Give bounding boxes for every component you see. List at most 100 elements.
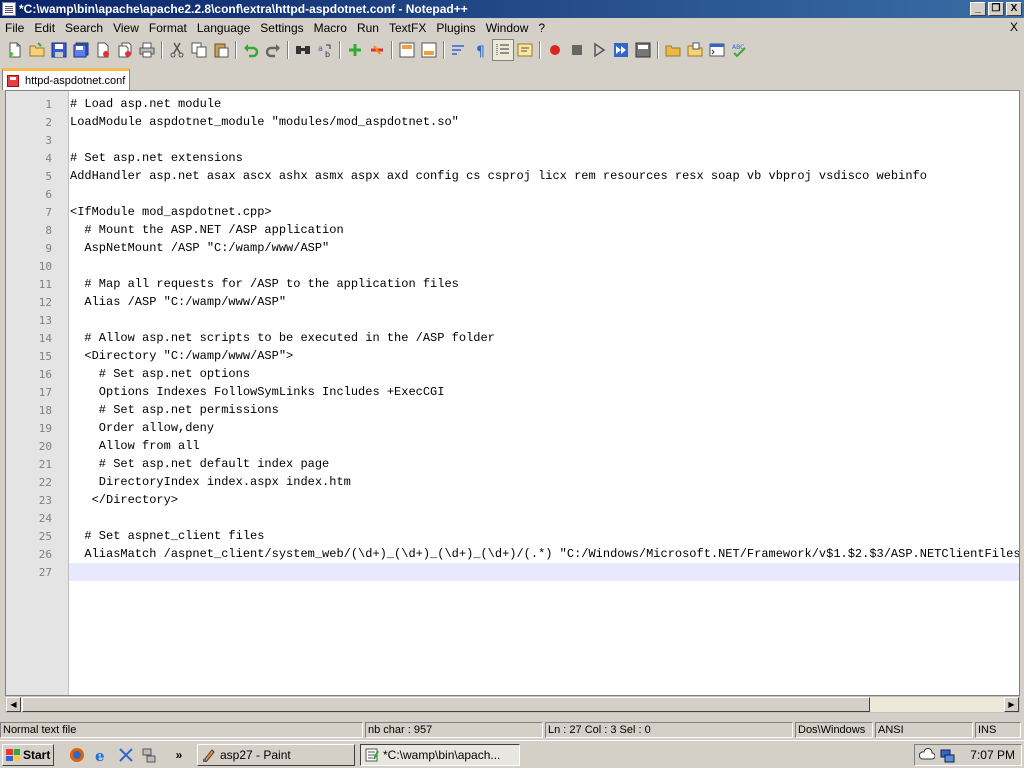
replace-icon[interactable]: ab xyxy=(314,39,336,61)
code-line[interactable]: 27 xyxy=(6,563,1019,581)
horizontal-scrollbar[interactable]: ◀ ▶ xyxy=(5,696,1020,713)
cloud-icon[interactable] xyxy=(919,747,935,763)
network-icon[interactable] xyxy=(140,746,158,764)
code-line[interactable]: 4 # Set asp.net extensions xyxy=(6,149,1019,167)
code-line[interactable]: 22 DirectoryIndex index.aspx index.htm xyxy=(6,473,1019,491)
menu-settings[interactable]: Settings xyxy=(255,21,308,35)
menu-textfx[interactable]: TextFX xyxy=(384,21,431,35)
network-status-icon[interactable] xyxy=(939,747,955,763)
start-button[interactable]: Start xyxy=(2,744,54,766)
menu-help[interactable]: ? xyxy=(533,21,550,35)
user-lang-icon[interactable] xyxy=(514,39,536,61)
sync-horizontal-icon[interactable] xyxy=(418,39,440,61)
tool-icon[interactable] xyxy=(117,746,135,764)
paste-icon[interactable] xyxy=(210,39,232,61)
spellcheck-icon[interactable]: ABC xyxy=(728,39,750,61)
minimize-button[interactable]: _ xyxy=(970,2,986,16)
zoom-in-icon[interactable] xyxy=(344,39,366,61)
close-icon[interactable] xyxy=(92,39,114,61)
code-line[interactable]: 16 # Set asp.net options xyxy=(6,365,1019,383)
code-line[interactable]: 15 <Directory "C:/wamp/www/ASP"> xyxy=(6,347,1019,365)
play-macro-icon[interactable] xyxy=(588,39,610,61)
undo-icon[interactable] xyxy=(240,39,262,61)
code-line[interactable]: 18 # Set asp.net permissions xyxy=(6,401,1019,419)
code-line[interactable]: 6 xyxy=(6,185,1019,203)
show-all-chars-icon[interactable]: ¶ xyxy=(470,39,492,61)
code-line[interactable]: 10 xyxy=(6,257,1019,275)
menu-plugins[interactable]: Plugins xyxy=(431,21,480,35)
open-folder-icon[interactable] xyxy=(684,39,706,61)
quicklaunch-expand[interactable]: » xyxy=(170,746,188,764)
firefox-icon[interactable] xyxy=(68,746,86,764)
menu-format[interactable]: Format xyxy=(144,21,192,35)
save-macro-icon[interactable] xyxy=(632,39,654,61)
menu-macro[interactable]: Macro xyxy=(309,21,352,35)
code-line[interactable]: 24 xyxy=(6,509,1019,527)
save-all-icon[interactable] xyxy=(70,39,92,61)
new-file-icon[interactable] xyxy=(4,39,26,61)
code-line[interactable]: 2 LoadModule aspdotnet_module "modules/mo… xyxy=(6,113,1019,131)
record-macro-icon[interactable] xyxy=(544,39,566,61)
save-icon[interactable] xyxy=(48,39,70,61)
code-line[interactable]: 12 Alias /ASP "C:/wamp/www/ASP" xyxy=(6,293,1019,311)
find-icon[interactable] xyxy=(292,39,314,61)
close-button[interactable]: X xyxy=(1006,2,1022,16)
redo-icon[interactable] xyxy=(262,39,284,61)
line-text: AddHandler asp.net asax ascx ashx asmx a… xyxy=(70,169,927,183)
svg-text:¶: ¶ xyxy=(476,44,485,58)
cut-icon[interactable] xyxy=(166,39,188,61)
menu-language[interactable]: Language xyxy=(192,21,255,35)
close-document-button[interactable]: X xyxy=(1010,20,1018,34)
restore-button[interactable]: ❐ xyxy=(988,2,1004,16)
code-line[interactable]: 8 # Mount the ASP.NET /ASP application xyxy=(6,221,1019,239)
notepad-app-icon xyxy=(2,2,16,16)
code-line[interactable]: 20 Allow from all xyxy=(6,437,1019,455)
run-macro-multiple-icon[interactable] xyxy=(610,39,632,61)
line-number: 5 xyxy=(45,169,52,183)
scroll-right-button[interactable]: ▶ xyxy=(1004,697,1019,712)
internet-explorer-icon[interactable]: e xyxy=(93,746,111,764)
sync-vertical-icon[interactable] xyxy=(396,39,418,61)
scrollbar-thumb[interactable] xyxy=(22,697,870,712)
line-number: 9 xyxy=(45,241,52,255)
code-line[interactable]: 9 AspNetMount /ASP "C:/wamp/www/ASP" xyxy=(6,239,1019,257)
code-line[interactable]: 1 # Load asp.net module xyxy=(6,95,1019,113)
print-icon[interactable] xyxy=(136,39,158,61)
console-icon[interactable] xyxy=(706,39,728,61)
stop-record-icon[interactable] xyxy=(566,39,588,61)
code-line[interactable]: 23 </Directory> xyxy=(6,491,1019,509)
clock[interactable]: 7:07 PM xyxy=(970,748,1015,762)
menu-search[interactable]: Search xyxy=(60,21,108,35)
zoom-out-icon[interactable] xyxy=(366,39,388,61)
task-paint[interactable]: asp27 - Paint xyxy=(197,744,355,766)
word-wrap-icon[interactable] xyxy=(448,39,470,61)
task-notepad-plus-plus[interactable]: *C:\wamp\bin\apach... xyxy=(360,744,520,766)
menu-run[interactable]: Run xyxy=(352,21,384,35)
open-file-icon[interactable] xyxy=(26,39,48,61)
menu-bar: File Edit Search View Format Language Se… xyxy=(0,18,1024,37)
status-eol-format: Dos\Windows xyxy=(795,722,873,738)
tab-bar: httpd-aspdotnet.conf xyxy=(0,66,1024,90)
tab-httpd-aspdotnet-conf[interactable]: httpd-aspdotnet.conf xyxy=(2,68,130,90)
code-line[interactable]: 26 AliasMatch /aspnet_client/system_web/… xyxy=(6,545,1019,563)
code-line[interactable]: 3 xyxy=(6,131,1019,149)
scroll-left-button[interactable]: ◀ xyxy=(6,697,21,712)
code-line[interactable]: 19 Order allow,deny xyxy=(6,419,1019,437)
code-line[interactable]: 13 xyxy=(6,311,1019,329)
menu-window[interactable]: Window xyxy=(481,21,534,35)
menu-edit[interactable]: Edit xyxy=(29,21,60,35)
code-line[interactable]: 5 AddHandler asp.net asax ascx ashx asmx … xyxy=(6,167,1019,185)
folder-icon[interactable] xyxy=(662,39,684,61)
code-line[interactable]: 7 <IfModule mod_aspdotnet.cpp> xyxy=(6,203,1019,221)
code-line[interactable]: 14 # Allow asp.net scripts to be execute… xyxy=(6,329,1019,347)
code-line[interactable]: 25 # Set aspnet_client files xyxy=(6,527,1019,545)
code-line[interactable]: 17 Options Indexes FollowSymLinks Includ… xyxy=(6,383,1019,401)
copy-icon[interactable] xyxy=(188,39,210,61)
text-editor[interactable]: 1 # Load asp.net module 2 LoadModule aspdot… xyxy=(5,90,1020,696)
code-line[interactable]: 21 # Set asp.net default index page xyxy=(6,455,1019,473)
menu-view[interactable]: View xyxy=(108,21,144,35)
indent-guide-icon[interactable] xyxy=(492,39,514,61)
close-all-icon[interactable] xyxy=(114,39,136,61)
menu-file[interactable]: File xyxy=(0,21,29,35)
code-line[interactable]: 11 # Map all requests for /ASP to the ap… xyxy=(6,275,1019,293)
